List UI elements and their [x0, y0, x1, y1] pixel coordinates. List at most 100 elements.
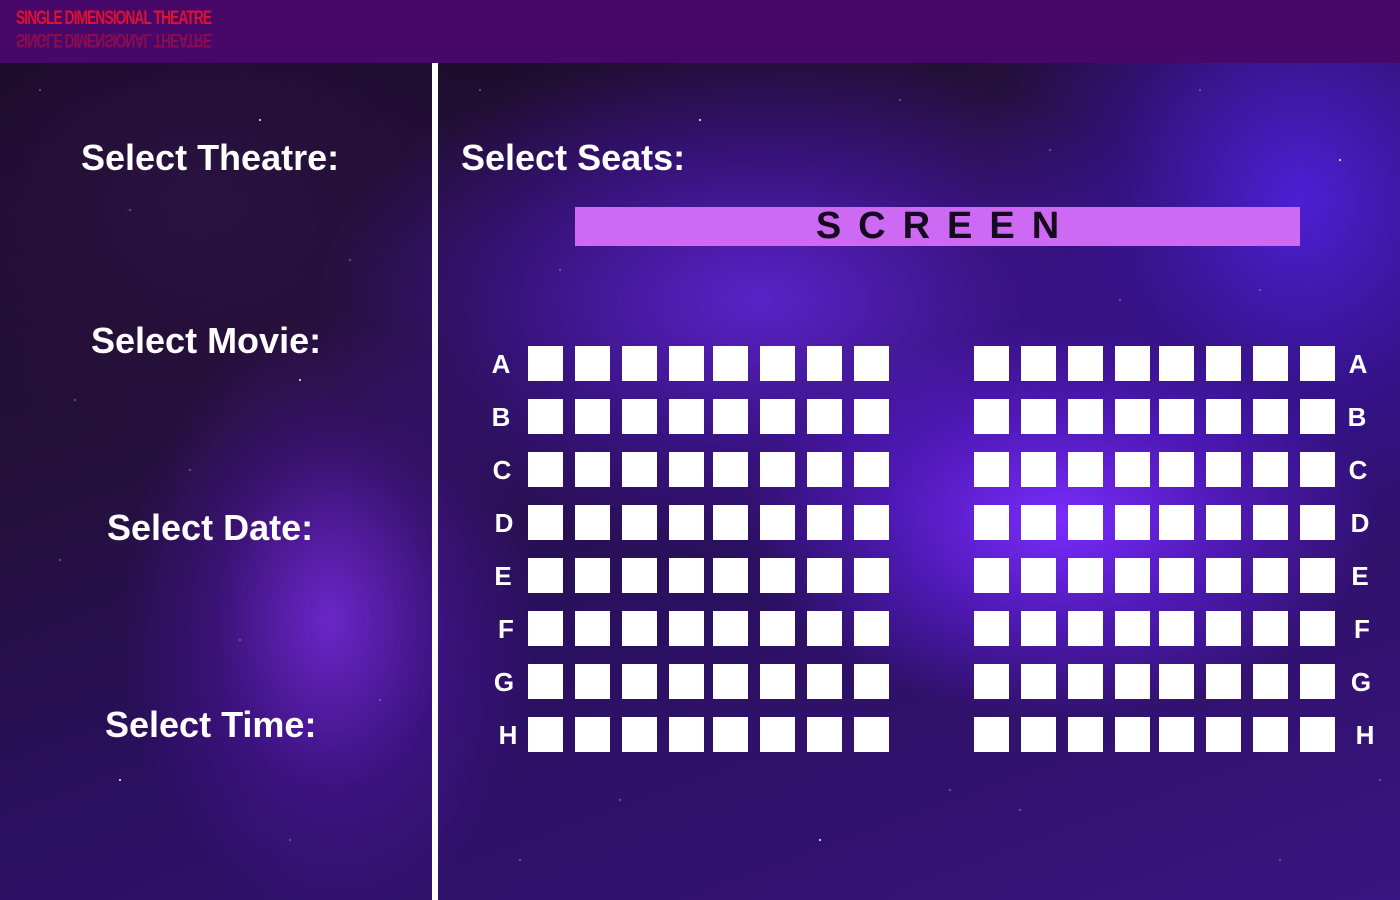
seat-a-left-7[interactable]	[807, 346, 842, 381]
seat-d-right-8[interactable]	[1300, 505, 1335, 540]
seat-h-left-2[interactable]	[575, 717, 610, 752]
seat-e-right-2[interactable]	[1021, 558, 1056, 593]
seat-g-right-4[interactable]	[1115, 664, 1150, 699]
seat-e-right-1[interactable]	[974, 558, 1009, 593]
seat-g-right-8[interactable]	[1300, 664, 1335, 699]
seat-b-right-5[interactable]	[1159, 399, 1194, 434]
seat-c-right-6[interactable]	[1206, 452, 1241, 487]
seat-b-right-2[interactable]	[1021, 399, 1056, 434]
seat-b-left-3[interactable]	[622, 399, 657, 434]
seat-b-left-2[interactable]	[575, 399, 610, 434]
seat-e-right-8[interactable]	[1300, 558, 1335, 593]
seat-c-right-4[interactable]	[1115, 452, 1150, 487]
seat-g-left-4[interactable]	[669, 664, 704, 699]
seat-f-right-6[interactable]	[1206, 611, 1241, 646]
seat-f-left-5[interactable]	[713, 611, 748, 646]
seat-g-left-1[interactable]	[528, 664, 563, 699]
seat-f-left-4[interactable]	[669, 611, 704, 646]
seat-a-right-1[interactable]	[974, 346, 1009, 381]
seat-d-left-1[interactable]	[528, 505, 563, 540]
seat-b-right-8[interactable]	[1300, 399, 1335, 434]
seat-g-left-8[interactable]	[854, 664, 889, 699]
seat-b-right-7[interactable]	[1253, 399, 1288, 434]
seat-f-right-1[interactable]	[974, 611, 1009, 646]
seat-e-right-3[interactable]	[1068, 558, 1103, 593]
seat-e-right-7[interactable]	[1253, 558, 1288, 593]
seat-b-right-1[interactable]	[974, 399, 1009, 434]
seat-f-right-2[interactable]	[1021, 611, 1056, 646]
seat-h-right-7[interactable]	[1253, 717, 1288, 752]
seat-d-left-2[interactable]	[575, 505, 610, 540]
seat-c-right-7[interactable]	[1253, 452, 1288, 487]
seat-d-right-2[interactable]	[1021, 505, 1056, 540]
seat-e-right-4[interactable]	[1115, 558, 1150, 593]
seat-h-left-4[interactable]	[669, 717, 704, 752]
seat-h-right-1[interactable]	[974, 717, 1009, 752]
seat-e-left-8[interactable]	[854, 558, 889, 593]
seat-d-left-3[interactable]	[622, 505, 657, 540]
seat-b-left-6[interactable]	[760, 399, 795, 434]
seat-h-right-3[interactable]	[1068, 717, 1103, 752]
seat-e-left-4[interactable]	[669, 558, 704, 593]
seat-h-right-5[interactable]	[1159, 717, 1194, 752]
seat-b-right-6[interactable]	[1206, 399, 1241, 434]
seat-c-left-1[interactable]	[528, 452, 563, 487]
seat-c-left-8[interactable]	[854, 452, 889, 487]
seat-h-right-4[interactable]	[1115, 717, 1150, 752]
seat-g-right-2[interactable]	[1021, 664, 1056, 699]
seat-e-left-3[interactable]	[622, 558, 657, 593]
seat-c-right-2[interactable]	[1021, 452, 1056, 487]
seat-c-right-5[interactable]	[1159, 452, 1194, 487]
seat-d-left-7[interactable]	[807, 505, 842, 540]
seat-b-right-3[interactable]	[1068, 399, 1103, 434]
seat-h-left-6[interactable]	[760, 717, 795, 752]
seat-g-left-7[interactable]	[807, 664, 842, 699]
seat-d-right-7[interactable]	[1253, 505, 1288, 540]
seat-f-left-6[interactable]	[760, 611, 795, 646]
seat-f-right-8[interactable]	[1300, 611, 1335, 646]
seat-b-left-7[interactable]	[807, 399, 842, 434]
seat-a-left-4[interactable]	[669, 346, 704, 381]
seat-d-left-4[interactable]	[669, 505, 704, 540]
seat-a-right-6[interactable]	[1206, 346, 1241, 381]
seat-c-left-6[interactable]	[760, 452, 795, 487]
seat-e-right-6[interactable]	[1206, 558, 1241, 593]
seat-e-left-7[interactable]	[807, 558, 842, 593]
seat-g-left-5[interactable]	[713, 664, 748, 699]
seat-f-right-4[interactable]	[1115, 611, 1150, 646]
seat-g-right-6[interactable]	[1206, 664, 1241, 699]
seat-f-left-7[interactable]	[807, 611, 842, 646]
seat-g-left-3[interactable]	[622, 664, 657, 699]
seat-c-right-1[interactable]	[974, 452, 1009, 487]
seat-b-left-4[interactable]	[669, 399, 704, 434]
seat-b-left-5[interactable]	[713, 399, 748, 434]
seat-e-left-6[interactable]	[760, 558, 795, 593]
seat-h-left-3[interactable]	[622, 717, 657, 752]
seat-f-left-3[interactable]	[622, 611, 657, 646]
seat-a-right-5[interactable]	[1159, 346, 1194, 381]
seat-g-right-7[interactable]	[1253, 664, 1288, 699]
seat-b-left-1[interactable]	[528, 399, 563, 434]
seat-g-left-2[interactable]	[575, 664, 610, 699]
seat-a-right-4[interactable]	[1115, 346, 1150, 381]
seat-c-left-2[interactable]	[575, 452, 610, 487]
seat-f-left-2[interactable]	[575, 611, 610, 646]
seat-h-right-8[interactable]	[1300, 717, 1335, 752]
seat-e-left-1[interactable]	[528, 558, 563, 593]
seat-a-left-3[interactable]	[622, 346, 657, 381]
seat-g-left-6[interactable]	[760, 664, 795, 699]
seat-c-right-3[interactable]	[1068, 452, 1103, 487]
seat-c-left-3[interactable]	[622, 452, 657, 487]
seat-f-right-5[interactable]	[1159, 611, 1194, 646]
seat-a-left-8[interactable]	[854, 346, 889, 381]
seat-a-right-3[interactable]	[1068, 346, 1103, 381]
seat-d-right-1[interactable]	[974, 505, 1009, 540]
seat-e-left-2[interactable]	[575, 558, 610, 593]
seat-b-left-8[interactable]	[854, 399, 889, 434]
seat-d-left-5[interactable]	[713, 505, 748, 540]
seat-g-right-3[interactable]	[1068, 664, 1103, 699]
seat-h-left-8[interactable]	[854, 717, 889, 752]
seat-h-right-2[interactable]	[1021, 717, 1056, 752]
seat-a-right-2[interactable]	[1021, 346, 1056, 381]
seat-f-right-3[interactable]	[1068, 611, 1103, 646]
